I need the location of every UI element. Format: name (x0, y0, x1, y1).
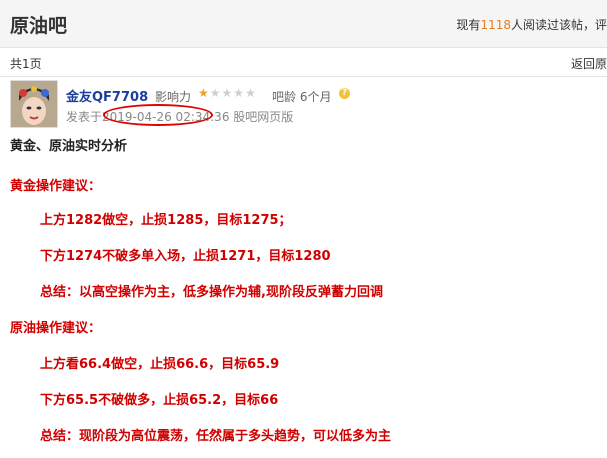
gold-summary: 总结：以高空操作为主，低多操作为辅,现阶段反弹蓄力回调 (40, 285, 383, 300)
gold-line: 上方1282做空，止损1285，目标1275； (40, 213, 292, 228)
forum-header: 原油吧 现有1118人阅读过该帖，评 (0, 0, 607, 48)
reading-count-text: 现有1118人阅读过该帖，评 (456, 16, 607, 33)
back-link[interactable]: 返回原 (571, 55, 607, 72)
star-empty-icon: ★ (245, 86, 257, 100)
help-icon[interactable]: ? (339, 88, 350, 99)
oil-line: 上方看66.4做空，止损66.6，目标65.9 (40, 357, 280, 372)
forum-title[interactable]: 原油吧 (10, 11, 67, 38)
page-count: 共1页 (10, 57, 42, 71)
forum-age: 吧龄 6个月 (272, 90, 332, 104)
gold-heading: 黄金操作建议： (10, 179, 102, 194)
influence-rating: ★★★★★ (198, 86, 257, 100)
gold-line: 下方1274不破多单入场，止损1271，目标1280 (40, 249, 331, 264)
avatar-image (11, 81, 57, 127)
influence-label: 影响力 (155, 90, 192, 104)
reading-prefix: 现有 (456, 18, 481, 32)
star-empty-icon: ★ (221, 86, 234, 100)
page-nav-bar: 共1页 返回原 (0, 48, 607, 77)
oil-heading: 原油操作建议： (10, 321, 102, 336)
star-filled-icon: ★ (198, 86, 210, 100)
username-link[interactable]: 金友QF7708 (66, 86, 148, 105)
oil-line: 下方65.5不破做多，止损65.2，目标66 (40, 393, 279, 408)
star-empty-icon: ★ (209, 86, 222, 100)
post-title: 黄金、原油实时分析 (10, 139, 128, 154)
avatar[interactable] (10, 80, 58, 128)
red-circle-annotation (103, 104, 213, 126)
reading-count: 1118 (480, 18, 511, 32)
star-empty-icon: ★ (233, 86, 246, 100)
reading-suffix: 人阅读过该帖，评 (510, 18, 607, 32)
oil-summary: 总结：现阶段为高位震荡，任然属于多头趋势，可以低多为主 (40, 429, 392, 444)
